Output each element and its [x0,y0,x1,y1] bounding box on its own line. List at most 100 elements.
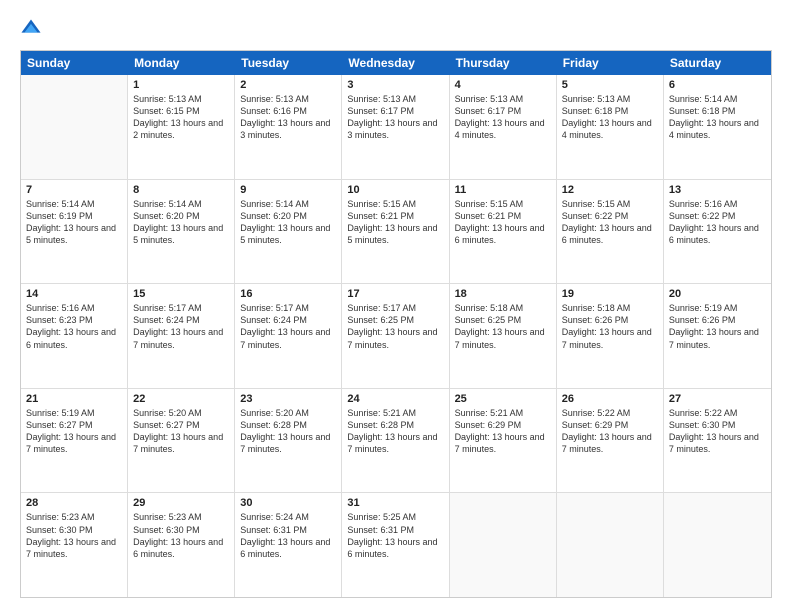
calendar-cell: 16 Sunrise: 5:17 AM Sunset: 6:24 PM Dayli… [235,284,342,388]
day-number: 28 [26,497,122,509]
calendar-cell: 15 Sunrise: 5:17 AM Sunset: 6:24 PM Dayli… [128,284,235,388]
cell-details: Sunrise: 5:14 AM Sunset: 6:20 PM Dayligh… [133,198,229,247]
logo-icon [20,18,42,40]
calendar: SundayMondayTuesdayWednesdayThursdayFrid… [20,50,772,598]
header-day-thursday: Thursday [450,51,557,75]
day-number: 31 [347,497,443,509]
cell-details: Sunrise: 5:16 AM Sunset: 6:23 PM Dayligh… [26,302,122,351]
day-number: 7 [26,184,122,196]
calendar-cell: 3 Sunrise: 5:13 AM Sunset: 6:17 PM Daylig… [342,75,449,179]
calendar-cell: 1Sunrise: 5:13 AM Sunset: 6:15 PM Daylig… [128,75,235,179]
day-number: 10 [347,184,443,196]
day-number: 2 [240,79,336,91]
day-number: 26 [562,393,658,405]
day-number: 13 [669,184,766,196]
calendar-row-4: 21Sunrise: 5:19 AM Sunset: 6:27 PM Dayli… [21,389,771,494]
day-number: 9 [240,184,336,196]
day-number: 11 [455,184,551,196]
calendar-cell: 22Sunrise: 5:20 AM Sunset: 6:27 PM Dayli… [128,389,235,493]
day-number: 25 [455,393,551,405]
day-number: 12 [562,184,658,196]
header-day-sunday: Sunday [21,51,128,75]
calendar-cell: 4Sunrise: 5:13 AM Sunset: 6:17 PM Daylig… [450,75,557,179]
calendar-row-5: 28 Sunrise: 5:23 AM Sunset: 6:30 PM Dayli… [21,493,771,597]
day-number: 1 [133,79,229,91]
calendar-cell: 19 Sunrise: 5:18 AM Sunset: 6:26 PM Dayli… [557,284,664,388]
calendar-cell [664,493,771,597]
cell-details: Sunrise: 5:24 AM Sunset: 6:31 PM Dayligh… [240,511,336,560]
cell-details: Sunrise: 5:16 AM Sunset: 6:22 PM Dayligh… [669,198,766,247]
cell-details: Sunrise: 5:22 AM Sunset: 6:29 PM Dayligh… [562,407,658,456]
logo [20,18,46,40]
day-number: 30 [240,497,336,509]
day-number: 17 [347,288,443,300]
calendar-cell [450,493,557,597]
day-number: 16 [240,288,336,300]
day-number: 4 [455,79,551,91]
cell-details: Sunrise: 5:17 AM Sunset: 6:24 PM Dayligh… [240,302,336,351]
calendar-cell: 17 Sunrise: 5:17 AM Sunset: 6:25 PM Dayli… [342,284,449,388]
header [20,18,772,40]
day-number: 8 [133,184,229,196]
cell-details: Sunrise: 5:15 AM Sunset: 6:21 PM Dayligh… [347,198,443,247]
calendar-cell: 5 Sunrise: 5:13 AM Sunset: 6:18 PM Daylig… [557,75,664,179]
calendar-cell: 13 Sunrise: 5:16 AM Sunset: 6:22 PM Dayli… [664,180,771,284]
calendar-cell: 2 Sunrise: 5:13 AM Sunset: 6:16 PM Daylig… [235,75,342,179]
day-number: 5 [562,79,658,91]
cell-details: Sunrise: 5:17 AM Sunset: 6:25 PM Dayligh… [347,302,443,351]
day-number: 24 [347,393,443,405]
calendar-header: SundayMondayTuesdayWednesdayThursdayFrid… [21,51,771,75]
cell-details: Sunrise: 5:22 AM Sunset: 6:30 PM Dayligh… [669,407,766,456]
header-day-monday: Monday [128,51,235,75]
day-number: 29 [133,497,229,509]
cell-details: Sunrise: 5:20 AM Sunset: 6:27 PM Dayligh… [133,407,229,456]
cell-details: Sunrise: 5:15 AM Sunset: 6:21 PM Dayligh… [455,198,551,247]
calendar-body: 1Sunrise: 5:13 AM Sunset: 6:15 PM Daylig… [21,75,771,597]
calendar-cell: 11 Sunrise: 5:15 AM Sunset: 6:21 PM Dayli… [450,180,557,284]
cell-details: Sunrise: 5:13 AM Sunset: 6:17 PM Dayligh… [347,93,443,142]
header-day-tuesday: Tuesday [235,51,342,75]
calendar-cell: 9 Sunrise: 5:14 AM Sunset: 6:20 PM Daylig… [235,180,342,284]
calendar-cell: 7 Sunrise: 5:14 AM Sunset: 6:19 PM Daylig… [21,180,128,284]
cell-details: Sunrise: 5:20 AM Sunset: 6:28 PM Dayligh… [240,407,336,456]
cell-details: Sunrise: 5:21 AM Sunset: 6:29 PM Dayligh… [455,407,551,456]
calendar-cell: 28 Sunrise: 5:23 AM Sunset: 6:30 PM Dayli… [21,493,128,597]
header-day-saturday: Saturday [664,51,771,75]
calendar-cell: 31Sunrise: 5:25 AM Sunset: 6:31 PM Dayli… [342,493,449,597]
cell-details: Sunrise: 5:23 AM Sunset: 6:30 PM Dayligh… [133,511,229,560]
cell-details: Sunrise: 5:23 AM Sunset: 6:30 PM Dayligh… [26,511,122,560]
calendar-cell: 8 Sunrise: 5:14 AM Sunset: 6:20 PM Daylig… [128,180,235,284]
cell-details: Sunrise: 5:21 AM Sunset: 6:28 PM Dayligh… [347,407,443,456]
day-number: 18 [455,288,551,300]
calendar-row-1: 1Sunrise: 5:13 AM Sunset: 6:15 PM Daylig… [21,75,771,180]
cell-details: Sunrise: 5:19 AM Sunset: 6:26 PM Dayligh… [669,302,766,351]
cell-details: Sunrise: 5:18 AM Sunset: 6:26 PM Dayligh… [562,302,658,351]
cell-details: Sunrise: 5:14 AM Sunset: 6:20 PM Dayligh… [240,198,336,247]
calendar-row-2: 7 Sunrise: 5:14 AM Sunset: 6:19 PM Daylig… [21,180,771,285]
calendar-cell: 25 Sunrise: 5:21 AM Sunset: 6:29 PM Dayli… [450,389,557,493]
day-number: 15 [133,288,229,300]
calendar-cell: 26 Sunrise: 5:22 AM Sunset: 6:29 PM Dayli… [557,389,664,493]
cell-details: Sunrise: 5:13 AM Sunset: 6:16 PM Dayligh… [240,93,336,142]
cell-details: Sunrise: 5:18 AM Sunset: 6:25 PM Dayligh… [455,302,551,351]
cell-details: Sunrise: 5:14 AM Sunset: 6:18 PM Dayligh… [669,93,766,142]
day-number: 3 [347,79,443,91]
cell-details: Sunrise: 5:13 AM Sunset: 6:18 PM Dayligh… [562,93,658,142]
calendar-cell: 30 Sunrise: 5:24 AM Sunset: 6:31 PM Dayli… [235,493,342,597]
day-number: 27 [669,393,766,405]
day-number: 19 [562,288,658,300]
calendar-cell: 23 Sunrise: 5:20 AM Sunset: 6:28 PM Dayli… [235,389,342,493]
calendar-cell: 18 Sunrise: 5:18 AM Sunset: 6:25 PM Dayli… [450,284,557,388]
calendar-cell: 21Sunrise: 5:19 AM Sunset: 6:27 PM Dayli… [21,389,128,493]
day-number: 20 [669,288,766,300]
calendar-cell: 20 Sunrise: 5:19 AM Sunset: 6:26 PM Dayli… [664,284,771,388]
calendar-cell [557,493,664,597]
page: SundayMondayTuesdayWednesdayThursdayFrid… [0,0,792,612]
calendar-cell [21,75,128,179]
calendar-cell: 27 Sunrise: 5:22 AM Sunset: 6:30 PM Dayli… [664,389,771,493]
cell-details: Sunrise: 5:17 AM Sunset: 6:24 PM Dayligh… [133,302,229,351]
header-day-friday: Friday [557,51,664,75]
day-number: 6 [669,79,766,91]
cell-details: Sunrise: 5:14 AM Sunset: 6:19 PM Dayligh… [26,198,122,247]
day-number: 23 [240,393,336,405]
